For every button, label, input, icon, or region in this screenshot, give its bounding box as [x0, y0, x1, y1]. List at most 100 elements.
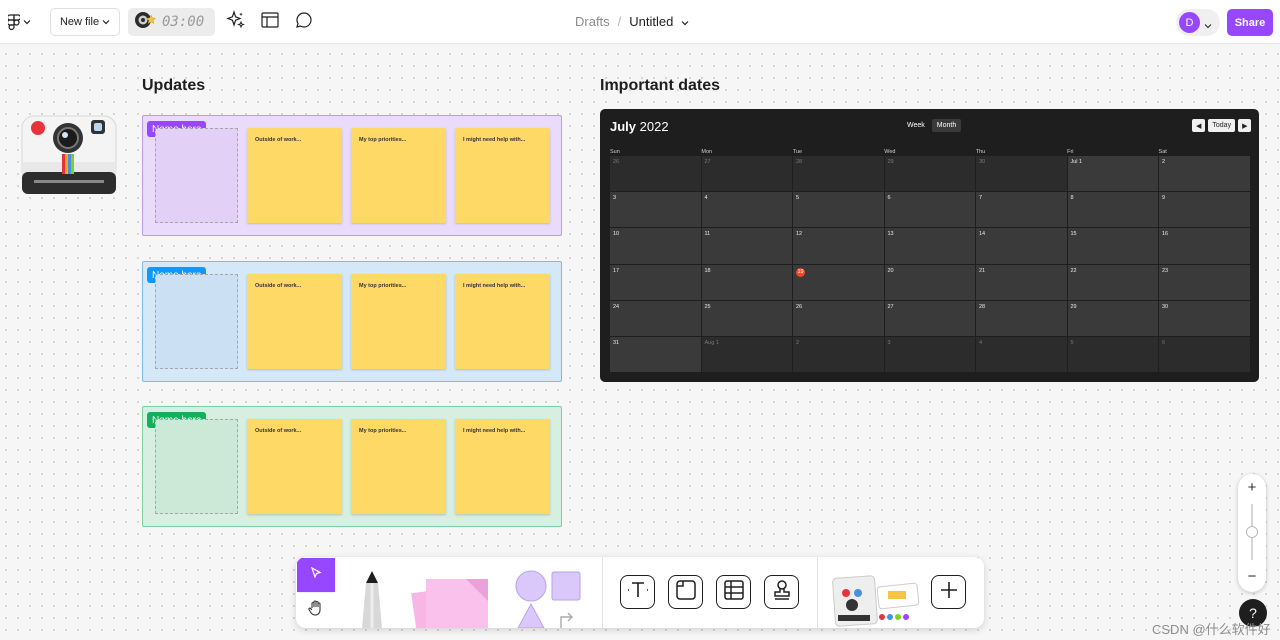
file-title[interactable]: Untitled [629, 14, 673, 29]
marker-tool[interactable] [352, 571, 392, 628]
calendar-day-cell[interactable]: 5 [793, 192, 884, 228]
calendar-day-cell[interactable]: 18 [701, 264, 792, 300]
calendar-day-cell[interactable]: 4 [976, 336, 1067, 373]
calendar-day-cell[interactable]: 29 [1067, 300, 1158, 336]
calendar-day-cell[interactable]: 19 [793, 264, 884, 300]
share-button[interactable]: Share [1227, 9, 1273, 36]
calendar-day-cell[interactable]: 30 [1159, 300, 1250, 336]
calendar-day-cell[interactable]: 3 [884, 336, 975, 373]
main-menu-button[interactable] [8, 10, 38, 34]
calendar-day-cell[interactable]: 15 [1067, 228, 1158, 264]
zoom-slider-knob[interactable] [1246, 526, 1258, 538]
calendar-day-cell[interactable]: 25 [701, 300, 792, 336]
sticky-note[interactable]: Outside of work... [247, 128, 342, 223]
calendar-day-cell[interactable]: 23 [1159, 264, 1250, 300]
calendar-day-cell[interactable]: 31 [610, 336, 701, 373]
new-file-button[interactable]: New file [50, 8, 120, 36]
next-month-button[interactable]: ▶ [1238, 119, 1252, 132]
text-tool[interactable] [620, 575, 655, 609]
select-tool[interactable] [297, 558, 335, 592]
sticky-note[interactable]: Outside of work... [247, 274, 342, 369]
calendar-day-cell[interactable]: 4 [701, 192, 792, 228]
layout-button[interactable] [259, 11, 281, 33]
timer-widget[interactable]: 03:00 [128, 8, 215, 36]
calendar-day-cell[interactable]: 30 [976, 156, 1067, 192]
calendar-day-cell[interactable]: 6 [884, 192, 975, 228]
calendar-day-cell[interactable]: 29 [884, 156, 975, 192]
calendar-day-cell[interactable]: 28 [976, 300, 1067, 336]
calendar-day-cell[interactable]: 16 [1159, 228, 1250, 264]
sticky-note-tool[interactable] [408, 571, 504, 628]
calendar-day-cell[interactable]: 13 [884, 228, 975, 264]
calendar-day-cell[interactable]: 9 [1159, 192, 1250, 228]
calendar-grid: 26 27 28 29 30 Jul 1 2 3 4 5 6 7 8 9 10 11 12 13 14 15 16 17 1… [610, 156, 1250, 373]
chevron-down-icon[interactable] [1204, 16, 1212, 34]
calendar-day-cell[interactable]: Jul 1 [1067, 156, 1158, 192]
ai-sparkle-button[interactable] [225, 9, 247, 33]
calendar-day-cell[interactable]: 20 [884, 264, 975, 300]
month-view-button[interactable]: Month [931, 119, 962, 132]
sticky-note[interactable]: My top priorities... [351, 274, 446, 369]
sticky-note-stack-icon [408, 579, 504, 628]
stamp-tool[interactable] [764, 575, 799, 609]
calendar-day-cell[interactable]: 6 [1159, 336, 1250, 373]
sticky-note[interactable]: Outside of work... [247, 419, 342, 514]
calendar-day-cell[interactable]: 21 [976, 264, 1067, 300]
calendar-widget[interactable]: July 2022 Week Month ◀ Today ▶ Sun Mon Tue… [600, 109, 1259, 382]
update-row[interactable]: Name here Outside of work... My top prio… [142, 406, 562, 527]
breadcrumb-drafts[interactable]: Drafts [575, 14, 610, 29]
photo-placeholder[interactable] [155, 128, 238, 223]
update-row[interactable]: Name here Outside of work... My top prio… [142, 115, 562, 236]
calendar-day-cell[interactable]: Aug 1 [701, 336, 792, 373]
calendar-day-cell[interactable]: 24 [610, 300, 701, 336]
calendar-day-cell[interactable]: 27 [701, 156, 792, 192]
avatar[interactable]: D [1179, 12, 1200, 33]
sticky-note[interactable]: I might need help with... [455, 419, 550, 514]
calendar-day-cell[interactable]: 7 [976, 192, 1067, 228]
toolbar-divider [602, 557, 603, 628]
calendar-day-cell[interactable]: 11 [701, 228, 792, 264]
calendar-day-cell[interactable]: 2 [793, 336, 884, 373]
sticky-note[interactable]: I might need help with... [455, 274, 550, 369]
shape-tool[interactable] [514, 569, 584, 628]
calendar-day-cell[interactable]: 3 [610, 192, 701, 228]
calendar-day-cell[interactable]: 26 [793, 300, 884, 336]
calendar-day-number: 24 [613, 303, 620, 310]
weekday-label: Sat [1158, 149, 1167, 155]
calendar-day-cell[interactable]: 26 [610, 156, 701, 192]
zoom-out-button[interactable]: − [1238, 569, 1266, 585]
calendar-day-cell[interactable]: 8 [1067, 192, 1158, 228]
week-view-button[interactable]: Week [902, 119, 930, 132]
calendar-day-cell[interactable]: 27 [884, 300, 975, 336]
calendar-day-number: 29 [1070, 303, 1077, 310]
widgets-tool[interactable] [830, 571, 922, 628]
update-row[interactable]: Name here Outside of work... My top prio… [142, 261, 562, 382]
sticky-note[interactable]: I might need help with... [455, 128, 550, 223]
photo-placeholder[interactable] [155, 419, 238, 514]
calendar-day-cell[interactable]: 14 [976, 228, 1067, 264]
hand-tool[interactable] [297, 592, 335, 627]
table-tool[interactable] [716, 575, 751, 609]
calendar-month: July [610, 119, 637, 134]
calendar-day-cell[interactable]: 17 [610, 264, 701, 300]
calendar-day-cell[interactable]: 10 [610, 228, 701, 264]
calendar-day-cell[interactable]: 22 [1067, 264, 1158, 300]
calendar-day-number: 2 [1162, 159, 1166, 165]
calendar-day-cell[interactable]: 5 [1067, 336, 1158, 373]
calendar-day-number: 5 [796, 195, 800, 202]
photo-placeholder[interactable] [155, 274, 238, 369]
section-tool[interactable] [668, 575, 703, 609]
top-bar: New file 03:00 Drafts / Untitled D Share [0, 0, 1280, 44]
calendar-day-cell[interactable]: 28 [793, 156, 884, 192]
add-more-button[interactable] [931, 575, 966, 609]
chevron-down-icon[interactable] [681, 14, 689, 29]
prev-month-button[interactable]: ◀ [1192, 119, 1206, 132]
calendar-day-cell[interactable]: 2 [1159, 156, 1250, 192]
sticky-note[interactable]: My top priorities... [351, 419, 446, 514]
comment-button[interactable] [293, 11, 315, 33]
zoom-in-button[interactable]: + [1238, 480, 1266, 496]
camera-sticker-icon[interactable] [20, 112, 118, 198]
sticky-note[interactable]: My top priorities... [351, 128, 446, 223]
today-button[interactable]: Today [1208, 119, 1236, 132]
calendar-day-cell[interactable]: 12 [793, 228, 884, 264]
